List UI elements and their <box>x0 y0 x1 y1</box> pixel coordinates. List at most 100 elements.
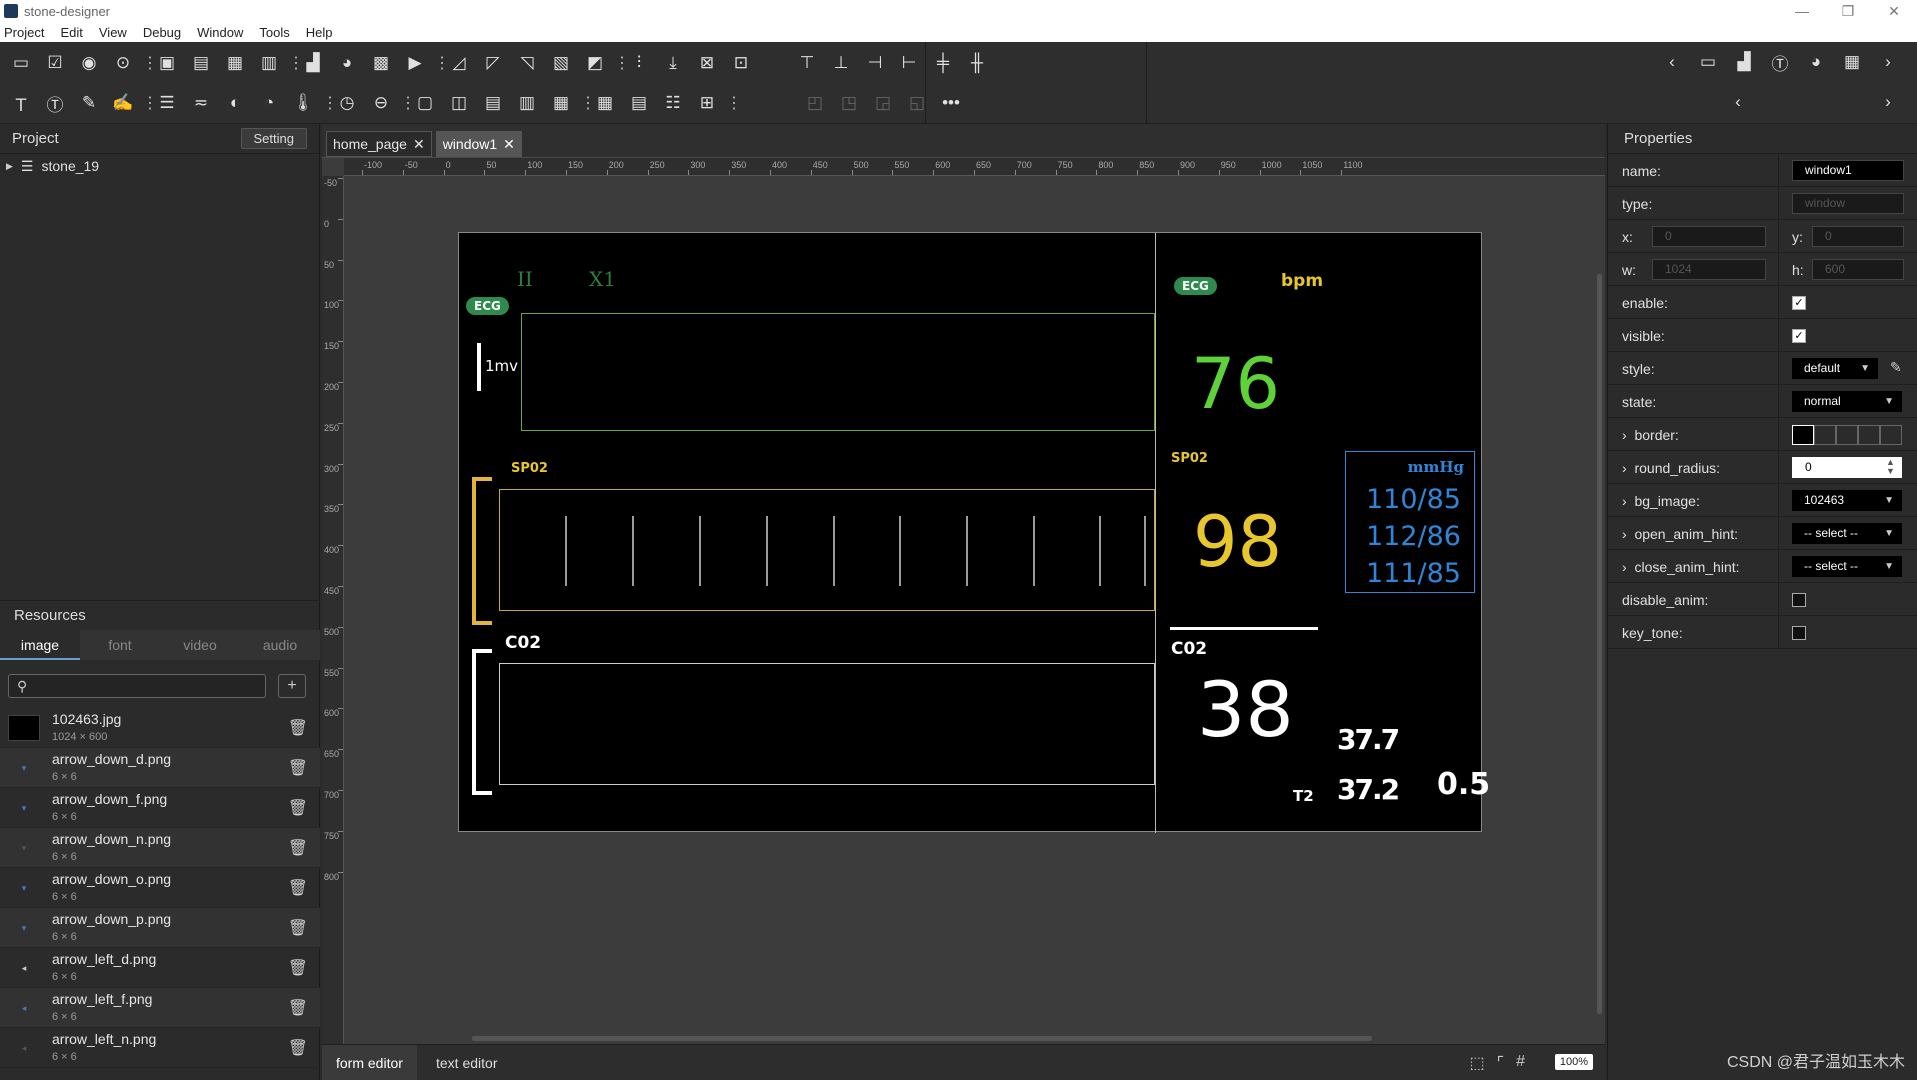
border-selector[interactable] <box>1792 425 1902 445</box>
bg-image-select[interactable]: 102463 ▼ <box>1792 490 1902 511</box>
progress-circle-icon[interactable]: ◐ <box>220 89 250 117</box>
border-all-icon[interactable] <box>1792 425 1814 445</box>
header-view-icon[interactable]: ▤ <box>478 89 508 117</box>
menu-debug[interactable]: Debug <box>135 25 189 40</box>
project-tree-item[interactable]: ▶ ☰ stone_19 <box>0 154 319 178</box>
gain-label[interactable]: X1 <box>589 267 616 291</box>
border-right-icon[interactable] <box>1858 425 1880 445</box>
chevron-right-icon[interactable]: › <box>1622 460 1634 476</box>
graph-icon[interactable]: ◩ <box>580 49 610 77</box>
list-item[interactable]: 102463.jpg 1024 × 600 🗑 <box>0 708 320 748</box>
trash-icon[interactable]: 🗑 <box>288 878 308 898</box>
menu-project[interactable]: Project <box>0 25 52 40</box>
ecg-badge[interactable]: ECG <box>466 297 509 315</box>
width-field[interactable]: 1024 <box>1652 259 1766 280</box>
align-right-icon[interactable]: ⊢ <box>894 49 924 77</box>
co2-wave-area[interactable] <box>499 663 1155 785</box>
co2-label[interactable]: C02 <box>1171 639 1207 659</box>
scroll-left-icon[interactable]: ‹ <box>1723 88 1753 116</box>
thermometer-icon[interactable]: 🌡 <box>288 89 318 117</box>
align-left-icon[interactable]: ⊣ <box>860 49 890 77</box>
text-widget-icon[interactable]: Ⓣ <box>1765 48 1795 76</box>
bar-chart-icon[interactable]: ◹ <box>512 49 542 77</box>
border-left-icon[interactable] <box>1814 425 1836 445</box>
list-items-icon[interactable]: ☷ <box>658 89 688 117</box>
mledit-icon[interactable]: ✎ <box>74 89 104 117</box>
properties-icon[interactable]: ⫶ <box>624 49 654 77</box>
close-button[interactable]: ✕ <box>1871 0 1917 22</box>
view-widget-icon[interactable]: ▢ <box>410 89 440 117</box>
tab-video[interactable]: video <box>160 630 240 660</box>
more-icon[interactable]: ••• <box>936 89 966 117</box>
design-canvas[interactable]: II X1 ECG 1mv SP02 C02 ECG bpm 76 SP02 9… <box>458 232 1490 833</box>
visible-checkbox[interactable]: ✓ <box>1792 329 1806 343</box>
align-top-icon[interactable]: ⊤ <box>792 49 822 77</box>
menu-tools[interactable]: Tools <box>251 25 297 40</box>
lead-label[interactable]: II <box>517 267 533 291</box>
state-select[interactable]: normal ▼ <box>1792 391 1902 412</box>
radio-widget-icon[interactable]: ◉ <box>74 49 104 77</box>
tab-text-editor[interactable]: text editor <box>422 1045 511 1080</box>
grid-icon[interactable]: # <box>1516 1053 1525 1073</box>
open-anim-select[interactable]: -- select -- ▼ <box>1792 523 1902 544</box>
border-bottom-icon[interactable] <box>1880 425 1902 445</box>
trash-icon[interactable]: 🗑 <box>288 1038 308 1058</box>
name-field[interactable]: window1 <box>1792 160 1904 181</box>
style-select[interactable]: default ▼ <box>1792 358 1878 379</box>
pie-widget-icon[interactable]: ◕ <box>1801 48 1831 76</box>
list-item[interactable]: ▾ arrow_down_d.png 6 × 6 🗑 <box>0 748 320 788</box>
extra-value[interactable]: 0.5 <box>1437 767 1490 802</box>
ecg-badge[interactable]: ECG <box>1174 277 1217 295</box>
temperature-1-value[interactable]: 37.7 <box>1337 723 1400 756</box>
t2-label[interactable]: T2 <box>1293 787 1314 805</box>
zoom-level[interactable]: 100% <box>1554 1054 1593 1070</box>
enable-checkbox[interactable]: ✓ <box>1792 296 1806 310</box>
column-view-icon[interactable]: ▥ <box>512 89 542 117</box>
chart-widget-icon[interactable]: ▟ <box>1729 48 1759 76</box>
resource-search-input[interactable]: ⚲ <box>8 674 266 698</box>
spo2-label[interactable]: SP02 <box>1171 451 1208 466</box>
trash-icon[interactable]: 🗑 <box>288 718 308 738</box>
list-item[interactable]: ◂ arrow_left_d.png 6 × 6 🗑 <box>0 948 320 988</box>
table-widget-icon[interactable]: ▤ <box>624 89 654 117</box>
list-view-icon[interactable]: ▦ <box>546 89 576 117</box>
co2-label[interactable]: C02 <box>505 633 541 653</box>
add-resource-button[interactable]: + <box>278 674 306 698</box>
tab-image[interactable]: image <box>0 630 80 660</box>
slider-widget-icon[interactable]: ☰ <box>152 89 182 117</box>
chevron-right-icon[interactable]: › <box>1622 559 1634 575</box>
select-frame-icon[interactable]: ⬚ <box>1469 1053 1484 1073</box>
menu-window[interactable]: Window <box>189 25 251 40</box>
pie-widget-icon[interactable]: ◕ <box>332 49 362 77</box>
tab-font[interactable]: font <box>80 630 160 660</box>
list-item[interactable]: ▾ arrow_down_f.png 6 × 6 🗑 <box>0 788 320 828</box>
rich-edit-icon[interactable]: ✍ <box>108 89 138 117</box>
trash-icon[interactable]: 🗑 <box>288 998 308 1018</box>
switch-widget-icon[interactable]: ⊙ <box>108 49 138 77</box>
x-field[interactable]: 0 <box>1652 226 1766 247</box>
image-widget-icon[interactable]: ▦ <box>220 49 250 77</box>
align-bottom-icon[interactable]: ⊥ <box>826 49 856 77</box>
trash-icon[interactable]: 🗑 <box>288 798 308 818</box>
gauge-widget-icon[interactable]: ◔ <box>254 89 284 117</box>
trash-icon[interactable]: 🗑 <box>288 838 308 858</box>
unlock-icon[interactable]: ⊡ <box>726 49 756 77</box>
y-field[interactable]: 0 <box>1812 226 1904 247</box>
video-widget-icon[interactable]: ▶ <box>400 49 430 77</box>
guide-lines-icon[interactable]: ⌜ <box>1497 1053 1505 1073</box>
spo2-label[interactable]: SP02 <box>511 461 548 476</box>
disable-anim-checkbox[interactable] <box>1792 593 1806 607</box>
close-icon[interactable]: ✕ <box>413 136 425 153</box>
align-center-v-icon[interactable]: ╫ <box>962 49 992 77</box>
close-icon[interactable]: ✕ <box>503 136 515 153</box>
tab-window1[interactable]: window1 ✕ <box>435 131 522 157</box>
list-item[interactable]: ▾ arrow_down_n.png 6 × 6 🗑 <box>0 828 320 868</box>
slide-widget-icon[interactable]: ▥ <box>254 49 284 77</box>
lock-icon[interactable]: ⊠ <box>692 49 722 77</box>
tab-home-page[interactable]: home_page ✕ <box>326 131 432 157</box>
text-box-icon[interactable]: Ⓣ <box>40 89 70 117</box>
chevron-right-icon[interactable]: › <box>1622 493 1634 509</box>
menu-view[interactable]: View <box>91 25 135 40</box>
scroll-right-icon[interactable]: › <box>1873 48 1903 76</box>
scroll-left-icon[interactable]: ‹ <box>1657 48 1687 76</box>
